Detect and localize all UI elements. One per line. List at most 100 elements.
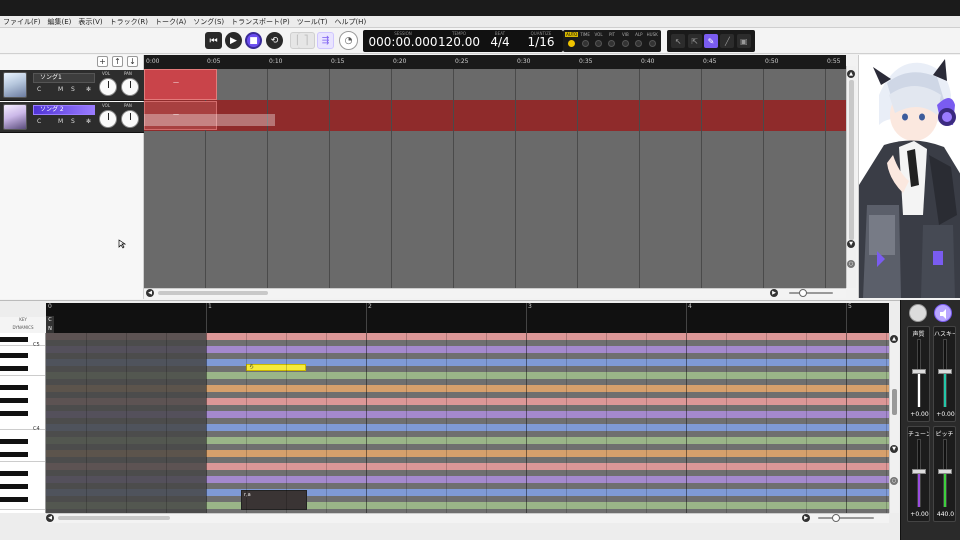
menu-file[interactable]: ファイル(F) [3, 17, 41, 27]
menu-edit[interactable]: 編集(E) [48, 17, 72, 27]
slider-handle[interactable] [912, 369, 926, 374]
add-track-button[interactable]: + [97, 56, 108, 67]
time-ruler[interactable]: 0:00 0:05 0:10 0:15 0:20 0:25 0:30 0:35 … [144, 55, 846, 69]
menu-help[interactable]: ヘルプ(H) [334, 17, 366, 27]
voice-avatar[interactable] [3, 72, 27, 98]
beat-display[interactable]: BEAT 4/4 [483, 30, 517, 49]
piano-roll-horizontal-scrollbar[interactable]: ◀ ▶ [46, 513, 889, 523]
c-button[interactable]: C [37, 118, 41, 125]
select-tool-button[interactable]: ↖ [671, 34, 686, 48]
arrangement-vertical-scrollbar[interactable]: ▲ ▼ ○ [846, 66, 856, 288]
fx-button[interactable]: ✻ [86, 118, 91, 125]
black-key[interactable] [0, 411, 28, 416]
black-key[interactable] [0, 366, 28, 371]
volume-knob[interactable] [99, 110, 117, 128]
solo-button[interactable]: S [71, 118, 75, 125]
arrangement-view[interactable]: 0:00 0:05 0:10 0:15 0:20 0:25 0:30 0:35 … [144, 55, 846, 288]
tempo-display[interactable]: TEMPO 120.00 [437, 30, 481, 49]
toggle-vib[interactable]: VIB [619, 32, 631, 50]
toggle-alp[interactable]: ALP [633, 32, 645, 50]
scroll-left-icon[interactable]: ◀ [146, 289, 154, 297]
black-key[interactable] [0, 439, 28, 444]
track-name[interactable]: ソング1 [33, 73, 95, 83]
track-name[interactable]: ソング 2 [33, 105, 95, 115]
volume-knob[interactable] [99, 78, 117, 96]
zoom-handle-icon[interactable]: ○ [890, 477, 898, 485]
zoom-slider[interactable] [789, 292, 833, 294]
scroll-left-icon[interactable]: ◀ [46, 514, 54, 522]
piano-roll-vertical-scrollbar[interactable]: ▲ ▼ ○ [889, 333, 899, 513]
track-row[interactable]: ソング1 C M S ✻ VOL PAN [0, 70, 144, 101]
rewind-button[interactable]: ⏮ [205, 32, 222, 49]
param-slider-husky[interactable]: ハスキー +0.00 [933, 326, 956, 422]
scroll-thumb[interactable] [849, 80, 854, 240]
black-key[interactable] [0, 497, 28, 502]
note[interactable]: ら [246, 364, 306, 371]
voice-avatar[interactable] [3, 104, 27, 130]
metronome-button[interactable]: ◔ [339, 31, 358, 50]
auto-scroll-button[interactable]: ⇶ [317, 32, 334, 49]
phoneme-box[interactable]: r,a [241, 490, 307, 510]
speaker-button[interactable] [934, 304, 952, 322]
scroll-thumb[interactable] [58, 516, 170, 520]
move-track-up-button[interactable]: ↑ [112, 56, 123, 67]
c-button[interactable]: C [37, 86, 41, 93]
menu-song[interactable]: ソング(S) [193, 17, 224, 27]
piano-keyboard[interactable]: C5 C4 [0, 333, 46, 513]
scroll-right-icon[interactable]: ▶ [770, 289, 778, 297]
solo-button[interactable]: S [71, 86, 75, 93]
black-key[interactable] [0, 471, 28, 476]
black-key[interactable] [0, 452, 28, 457]
stop-button[interactable]: ■ [245, 32, 262, 49]
fx-button[interactable]: ✻ [86, 86, 91, 93]
menu-talk[interactable]: トーク(A) [155, 17, 186, 27]
toggle-auto[interactable]: AUTO [565, 32, 579, 50]
mute-button[interactable]: M [58, 86, 63, 93]
menu-track[interactable]: トラック(R) [110, 17, 148, 27]
track-lane[interactable] [144, 69, 846, 100]
menu-transport[interactable]: トランスポート(P) [231, 17, 290, 27]
note-grid[interactable]: ら r,a [46, 333, 889, 513]
toggle-pit[interactable]: PIT [606, 32, 618, 50]
pencil-tool-button[interactable]: ✎ [703, 34, 718, 48]
zoom-handle-icon[interactable]: ○ [847, 260, 855, 268]
zoom-slider-handle[interactable] [799, 289, 807, 297]
loop-button[interactable]: ⟲ [266, 32, 283, 49]
line-tool-button[interactable]: ╱ [720, 34, 735, 48]
pan-knob[interactable] [121, 110, 139, 128]
menu-tools[interactable]: ツール(T) [297, 17, 328, 27]
scroll-thumb[interactable] [892, 389, 897, 415]
param-slider-tune[interactable]: チューン +0.00 [907, 426, 930, 522]
slider-handle[interactable] [938, 469, 952, 474]
black-key[interactable] [0, 398, 28, 403]
toggle-time[interactable]: TIME [579, 32, 591, 50]
multi-select-tool-button[interactable]: ⇱ [687, 34, 702, 48]
black-key[interactable] [0, 385, 28, 390]
reset-param-button[interactable] [909, 304, 927, 322]
toggle-vol[interactable]: VOL [593, 32, 605, 50]
zoom-slider[interactable] [818, 517, 874, 519]
black-key[interactable] [0, 337, 28, 342]
mute-button[interactable]: M [58, 118, 63, 125]
song-region[interactable]: — [144, 69, 217, 100]
scroll-down-icon[interactable]: ▼ [847, 240, 855, 248]
menu-view[interactable]: 表示(V) [78, 17, 102, 27]
window-tool-button[interactable]: ▣ [736, 34, 751, 48]
param-slider-pitch[interactable]: ピッチ 440.0 [933, 426, 956, 522]
param-slider-voice-quality[interactable]: 声質 +0.00 [907, 326, 930, 422]
track-row[interactable]: ソング 2 C M S ✻ VOL PAN [0, 102, 144, 133]
scroll-up-icon[interactable]: ▲ [847, 70, 855, 78]
zoom-slider-handle[interactable] [832, 514, 840, 522]
marker-out-button[interactable]: ⎤ [298, 32, 315, 49]
black-key[interactable] [0, 353, 28, 358]
play-button[interactable]: ▶ [225, 32, 242, 49]
quantize-display[interactable]: QUANTIZE 1/16 [521, 30, 561, 49]
move-track-down-button[interactable]: ↓ [127, 56, 138, 67]
scroll-up-icon[interactable]: ▲ [890, 335, 898, 343]
scroll-down-icon[interactable]: ▼ [890, 445, 898, 453]
scroll-right-icon[interactable]: ▶ [802, 514, 810, 522]
slider-handle[interactable] [912, 469, 926, 474]
toggle-husk[interactable]: HUSK [646, 32, 658, 50]
arrangement-horizontal-scrollbar[interactable]: ◀ ▶ [144, 288, 846, 298]
pan-knob[interactable] [121, 78, 139, 96]
